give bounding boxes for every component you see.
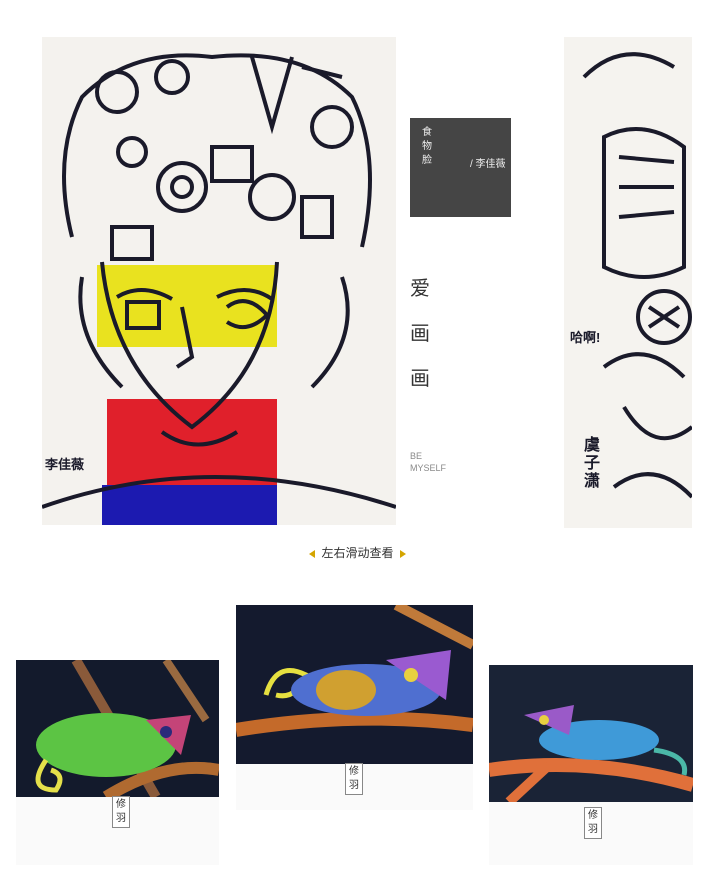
caption-char: 修 [349,766,359,777]
artwork-author: / 李佳薇 [470,159,506,170]
chameleon-caption-3: 修 羽 [584,807,602,839]
chameleon-card-1[interactable]: 修 羽 [16,660,219,865]
chameleon-card-3[interactable]: 修 羽 [489,665,693,865]
chameleon-drawing-1 [16,660,219,797]
caption-char: 羽 [588,824,598,835]
arrow-left-icon [309,549,316,558]
swipe-hint-text: 左右滑动查看 [321,546,394,560]
title-char: 脸 [422,155,432,166]
swipe-hint: 左右滑动查看 [0,544,715,561]
chameleon-caption-2: 修 羽 [345,763,363,795]
title-char: 食 [422,127,432,138]
chameleon-drawing-3 [489,665,693,802]
artwork-title-box: 食 物 脸 / 李佳薇 [410,118,511,217]
caption-char: 羽 [116,813,126,824]
title-char: 物 [422,141,432,152]
second-drawing[interactable]: 哈啊! 虞子潇 [564,37,692,528]
be-myself-label: BE MYSELF [410,450,470,474]
caption-char: 修 [116,799,126,810]
be-myself-line2: MYSELF [410,463,447,473]
chameleon-card-2[interactable]: 修 羽 [236,605,473,810]
drawing-signature-2: 虞子潇 [584,437,601,490]
be-myself-line1: BE [410,451,423,461]
love-char: 爱 [410,276,430,300]
artwork-title: 食 物 脸 [422,126,434,168]
drawing-exclamation: 哈啊! [570,330,601,345]
caption-char: 修 [588,810,598,821]
arrow-right-icon [399,549,406,558]
love-char: 画 [410,366,430,390]
love-char: 画 [410,321,430,345]
chameleon-drawing-2 [236,605,473,764]
food-face-illustration [42,53,396,525]
love-drawing-heading: 爱 画 画 [410,272,430,407]
caption-char: 羽 [349,780,359,791]
drawing-signature: 李佳薇 [45,457,85,472]
food-face-drawing[interactable]: 李佳薇 [42,37,396,525]
chameleon-caption-1: 修 羽 [112,796,130,828]
